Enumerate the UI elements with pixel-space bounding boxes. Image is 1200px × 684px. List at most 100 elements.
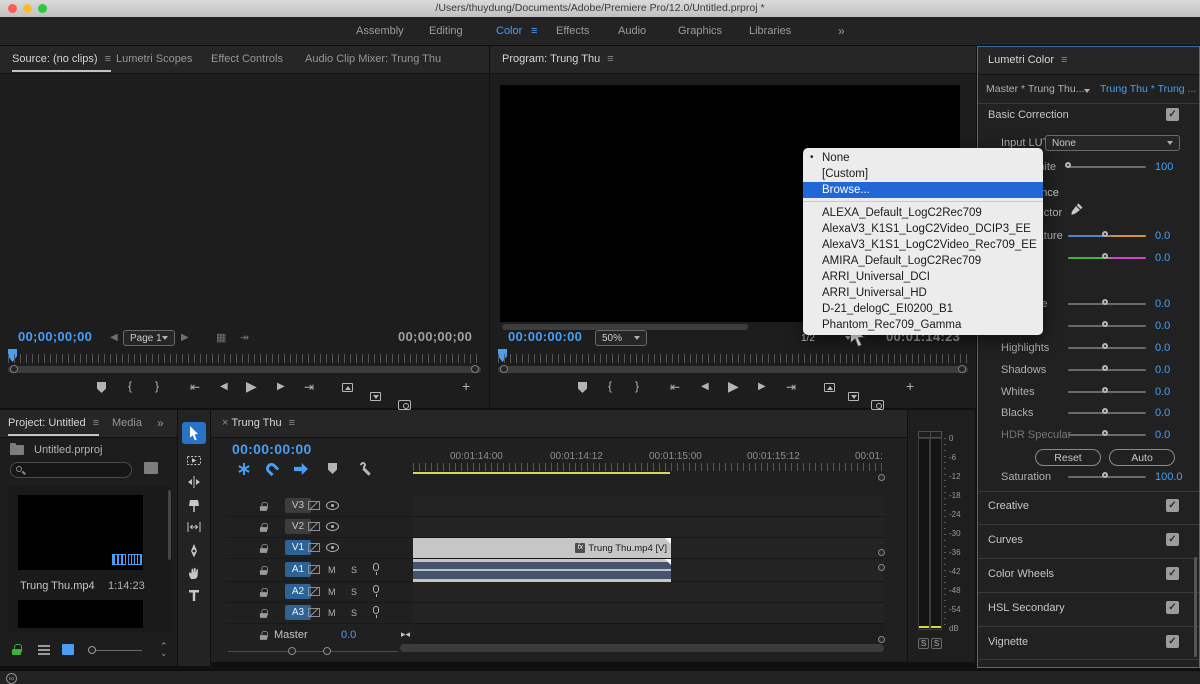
- slider-value[interactable]: 0.0: [1155, 342, 1170, 354]
- tab-sequence[interactable]: × Trung Thu≡: [222, 410, 295, 436]
- scroll-handle[interactable]: [878, 636, 885, 643]
- step-forward-button[interactable]: ▶: [758, 381, 766, 392]
- sync-lock-icon[interactable]: [308, 522, 320, 531]
- menu-item-lut[interactable]: AMIRA_Default_LogC2Rec709: [803, 253, 1043, 269]
- workspace-tab-assembly[interactable]: Assembly: [356, 17, 404, 46]
- mark-out-button[interactable]: }: [155, 379, 159, 393]
- lock-icon[interactable]: [260, 523, 267, 532]
- zoom-knob[interactable]: [288, 647, 296, 655]
- section-color-wheels[interactable]: Color Wheels: [988, 568, 1054, 580]
- menu-item-browse[interactable]: Browse...: [803, 182, 1043, 198]
- workspace-tab-color[interactable]: Color: [496, 17, 522, 46]
- sync-lock-icon[interactable]: [308, 543, 320, 552]
- scroll-handle[interactable]: [878, 549, 885, 556]
- section-curves[interactable]: Curves: [988, 534, 1023, 546]
- clip-fade-handle[interactable]: [665, 538, 671, 544]
- master-clip-selector[interactable]: Master * Trung Thu...: [986, 83, 1084, 95]
- solo-button[interactable]: S: [351, 565, 357, 575]
- lock-icon[interactable]: [260, 566, 267, 575]
- solo-right-button[interactable]: S: [931, 638, 942, 649]
- exposure-slider[interactable]: [1068, 303, 1146, 305]
- hdr-white-slider[interactable]: [1068, 166, 1146, 168]
- lock-icon[interactable]: [260, 588, 267, 597]
- workspace-tab-effects[interactable]: Effects: [556, 17, 589, 46]
- breadcrumb[interactable]: Untitled.prproj: [34, 444, 102, 456]
- slip-tool-icon[interactable]: [186, 519, 202, 535]
- basic-correction-checkbox[interactable]: ✓: [1166, 108, 1179, 121]
- creative-checkbox[interactable]: ✓: [1166, 499, 1179, 512]
- eye-icon[interactable]: [326, 543, 339, 552]
- sequence-clip-label[interactable]: Trung Thu * Trung ...: [1100, 83, 1196, 95]
- lock-icon[interactable]: [260, 502, 267, 511]
- export-frame-button[interactable]: [398, 400, 411, 410]
- export-frame-button[interactable]: [871, 400, 884, 410]
- creative-cloud-icon[interactable]: ∞: [6, 673, 17, 684]
- insert-button[interactable]: [342, 383, 353, 392]
- reset-button[interactable]: Reset: [1035, 449, 1101, 466]
- icon-view-icon[interactable]: [62, 644, 74, 655]
- mark-in-button[interactable]: {: [128, 379, 132, 393]
- tab-project[interactable]: Project: Untitled≡: [8, 410, 99, 436]
- page-prev-icon[interactable]: ◀: [110, 332, 118, 343]
- auto-button[interactable]: Auto: [1109, 449, 1175, 466]
- input-lut-select[interactable]: None: [1045, 135, 1180, 151]
- add-marker-button[interactable]: [578, 382, 587, 393]
- menu-item-lut[interactable]: AlexaV3_K1S1_LogC2Video_DCIP3_EE: [803, 221, 1043, 237]
- audio-clip[interactable]: [413, 559, 671, 582]
- voiceover-mic-icon[interactable]: [373, 563, 379, 571]
- voiceover-mic-icon[interactable]: [373, 585, 379, 593]
- page-select[interactable]: Page 1: [123, 330, 175, 346]
- panel-menu-icon[interactable]: ≡: [1061, 54, 1067, 66]
- panel-menu-icon[interactable]: ≡: [289, 417, 295, 429]
- workspace-tab-audio[interactable]: Audio: [618, 17, 646, 46]
- snap-toggle-icon[interactable]: [264, 461, 280, 477]
- tab-lumetri-color[interactable]: Lumetri Color≡: [988, 47, 1067, 73]
- menu-item-lut[interactable]: ARRI_Universal_DCI: [803, 269, 1043, 285]
- zoom-level-select[interactable]: 50%: [595, 330, 647, 346]
- color-wheels-checkbox[interactable]: ✓: [1166, 567, 1179, 580]
- mark-in-button[interactable]: {: [608, 379, 612, 393]
- panel-menu-icon[interactable]: ≡: [607, 53, 613, 65]
- hsl-secondary-checkbox[interactable]: ✓: [1166, 601, 1179, 614]
- zoom-slider-knob[interactable]: [88, 646, 96, 654]
- drag-audio-icon[interactable]: ↠: [240, 331, 249, 344]
- button-editor-button[interactable]: +: [462, 378, 470, 394]
- section-hsl-secondary[interactable]: HSL Secondary: [988, 602, 1065, 614]
- chevron-down-icon[interactable]: [1084, 89, 1090, 93]
- tab-lumetri-scopes[interactable]: Lumetri Scopes: [116, 46, 192, 72]
- tab-audio-clip-mixer[interactable]: Audio Clip Mixer: Trung Thu: [305, 46, 441, 72]
- sync-lock-icon[interactable]: [308, 501, 320, 510]
- minimize-window-button[interactable]: [23, 4, 32, 13]
- blacks-slider[interactable]: [1068, 412, 1146, 414]
- highlights-slider[interactable]: [1068, 347, 1146, 349]
- program-timecode[interactable]: 00:00:00:00: [508, 329, 582, 344]
- button-editor-button[interactable]: +: [906, 378, 914, 394]
- section-basic-correction[interactable]: Basic Correction: [988, 109, 1069, 121]
- tab-media-browser[interactable]: Media: [112, 410, 142, 436]
- program-time-ruler[interactable]: [498, 354, 968, 363]
- slider-value[interactable]: 0.0: [1155, 429, 1170, 441]
- slider-value[interactable]: 100: [1155, 161, 1173, 173]
- close-icon[interactable]: ×: [222, 417, 228, 429]
- temperature-slider[interactable]: [1068, 235, 1146, 237]
- timeline-settings-wrench-icon[interactable]: [359, 461, 375, 477]
- master-gain-value[interactable]: 0.0: [341, 629, 356, 641]
- clip-fade-handle[interactable]: [665, 559, 671, 565]
- lumetri-scrollbar[interactable]: [1194, 557, 1197, 657]
- lock-icon[interactable]: [260, 609, 267, 618]
- type-tool-icon[interactable]: [186, 587, 202, 603]
- goto-out-button[interactable]: ⇥: [786, 380, 796, 394]
- mute-button[interactable]: M: [328, 565, 336, 575]
- sync-lock-icon[interactable]: [308, 608, 320, 617]
- slider-value[interactable]: 0.0: [1155, 386, 1170, 398]
- lock-icon[interactable]: [260, 631, 267, 640]
- panel-menu-icon[interactable]: ≡: [105, 53, 111, 65]
- breadcrumb-folder-icon[interactable]: [10, 445, 24, 455]
- menu-item-lut[interactable]: D-21_delogC_EI0200_B1: [803, 301, 1043, 317]
- ripple-edit-tool-icon[interactable]: [186, 474, 202, 490]
- search-bin-icon[interactable]: [144, 462, 158, 474]
- video-clip[interactable]: fx Trung Thu.mp4 [V]: [413, 538, 671, 558]
- goto-in-button[interactable]: ⇤: [670, 380, 680, 394]
- timeline-scrollbar[interactable]: [400, 644, 884, 652]
- workspace-tab-libraries[interactable]: Libraries: [749, 17, 791, 46]
